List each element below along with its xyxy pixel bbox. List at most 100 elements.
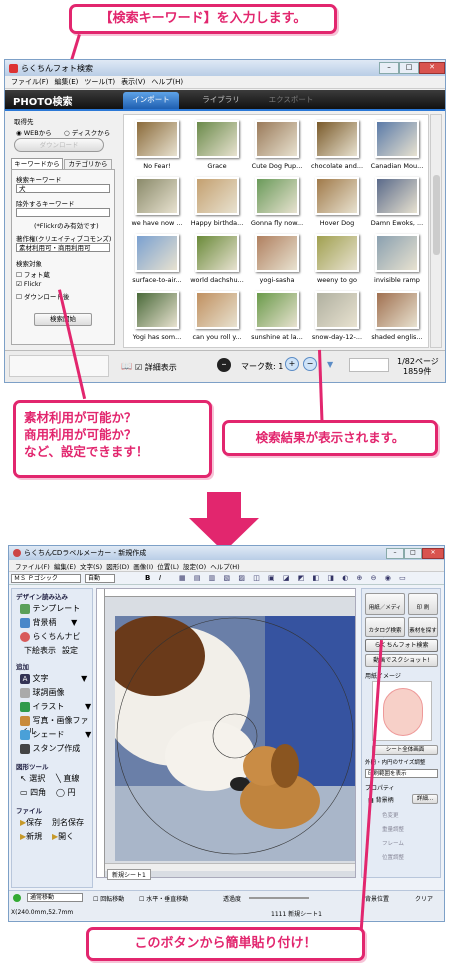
source-web-radio[interactable]: ◉ WEBから — [16, 127, 52, 137]
font-size-select[interactable]: 自動 — [85, 574, 115, 583]
keyword-input[interactable]: 犬 — [16, 184, 110, 193]
thumbnail-item[interactable]: Gonna fly now... — [249, 175, 305, 231]
thumbnail-item[interactable]: weeny to go — [309, 232, 365, 288]
target-flickr[interactable]: ☑ Flickr — [16, 280, 41, 288]
menu2-edit[interactable]: 編集(E) — [54, 561, 76, 571]
maximize-button-2[interactable]: □ — [404, 547, 422, 559]
shade-item[interactable]: シェード ▼ — [20, 729, 91, 740]
menu2-shape[interactable]: 図形(D) — [106, 561, 129, 571]
photo-search-button[interactable]: らくちんフォト検索 — [365, 639, 438, 652]
menu-view[interactable]: 表示(V) — [121, 77, 145, 87]
italic-icon[interactable]: I — [159, 574, 161, 582]
thumbnail-item[interactable]: snow-day-12-... — [309, 289, 365, 345]
result-scrollbar[interactable] — [430, 114, 442, 348]
catalog-search-button[interactable]: カタログ検索 — [365, 617, 405, 637]
minus-icon[interactable]: – — [217, 358, 231, 372]
thumbnail-item[interactable]: shaded englis... — [369, 289, 425, 345]
category-tab[interactable]: カテゴリから — [64, 159, 112, 169]
prop-row-0[interactable]: 色変更 — [382, 811, 399, 819]
template-item[interactable]: テンプレート — [20, 603, 80, 614]
zoom-in-icon[interactable]: + — [285, 357, 299, 371]
menu2-image[interactable]: 画像(I) — [133, 561, 153, 571]
detail-button[interactable]: 詳細... — [412, 794, 438, 804]
menu2-settings[interactable]: 設定(O) — [183, 561, 206, 571]
save-as-button[interactable]: 別名保存 — [52, 817, 84, 828]
prop-row-1[interactable]: 重量調整 — [382, 825, 404, 833]
thumbnail-item[interactable]: surface-to-air... — [129, 232, 185, 288]
menu2-position[interactable]: 位置(L) — [157, 561, 179, 571]
source-disk-radio[interactable]: ○ ディスクから — [64, 127, 110, 137]
sheet-tab[interactable]: 新規シート1 — [107, 869, 151, 880]
thumbnail-item[interactable]: Damn Ewoks, ... — [369, 175, 425, 231]
thumbnail-item[interactable]: Happy birthda... — [189, 175, 245, 231]
thumbnail-item[interactable]: invisible ramp — [369, 232, 425, 288]
move-mode-select[interactable]: 通常移動 — [27, 893, 83, 902]
scroll-thumb[interactable] — [433, 175, 440, 255]
underlay-toggle[interactable]: 下絵表示 — [24, 645, 56, 656]
prop-row-3[interactable]: 位置調整 — [382, 853, 404, 861]
menu2-text[interactable]: 文字(S) — [80, 561, 102, 571]
transparency-slider[interactable] — [249, 897, 309, 899]
bold-icon[interactable]: B — [145, 574, 150, 582]
close-button-2[interactable]: ✕ — [422, 547, 444, 559]
menu-help[interactable]: ヘルプ(H) — [151, 77, 183, 87]
download-button[interactable]: ダウンロード — [14, 138, 104, 152]
video-screenshot-button[interactable]: 動画でスクショット! — [365, 654, 438, 667]
thumbnail-item[interactable]: Cute Dog Pup... — [249, 118, 305, 174]
menu-edit[interactable]: 編集(E) — [55, 77, 79, 87]
menu2-file[interactable]: ファイル(F) — [15, 561, 50, 571]
thumbnail-item[interactable]: sunshine at la... — [249, 289, 305, 345]
minimize-button-2[interactable]: – — [386, 547, 404, 559]
close-button[interactable]: ✕ — [419, 62, 445, 74]
menu-file[interactable]: ファイル(F) — [11, 77, 49, 87]
thumbnail-item[interactable]: No Fear! — [129, 118, 185, 174]
thumbnail-item[interactable]: Grace — [189, 118, 245, 174]
thumbnail-item[interactable]: world dachshu... — [189, 232, 245, 288]
navi-item[interactable]: らくちんナビ — [20, 631, 81, 642]
rect-tool[interactable]: ▭ 四角 — [20, 787, 46, 798]
thumbnail-item[interactable]: can you roll y... — [189, 289, 245, 345]
line-tool[interactable]: ╲ 直線 — [56, 773, 79, 784]
circle-tool[interactable]: ◯ 円 — [56, 787, 76, 798]
tab-export[interactable]: エクスポート — [263, 93, 319, 108]
new-button[interactable]: ▶新規 — [20, 831, 42, 842]
clear-button[interactable]: クリア — [415, 894, 433, 903]
keyword-tab[interactable]: キーワードから — [11, 158, 63, 169]
print-button[interactable]: 印 刷 — [408, 593, 438, 615]
thumbnail-item[interactable]: Canadian Mou... — [369, 118, 425, 174]
down-arrow-icon[interactable]: ▼ — [327, 360, 333, 369]
zoom-out-icon[interactable]: − — [303, 357, 317, 371]
font-name-select[interactable]: ＭＳ Ｐゴシック — [11, 574, 81, 583]
prop-row-2[interactable]: フレーム — [382, 839, 404, 847]
sheet-full-button[interactable]: シート全体画面 — [372, 745, 438, 755]
menu2-help[interactable]: ヘルプ(H) — [210, 561, 239, 571]
print-range-select[interactable]: 印刷範囲を表示 — [365, 769, 438, 778]
hv-move-check[interactable]: ☐ 水平・垂直移動 — [139, 894, 188, 903]
bgpattern-item[interactable]: 背景柄 ▼ — [20, 617, 77, 628]
maximize-button[interactable]: □ — [399, 62, 419, 74]
exclude-input[interactable] — [16, 208, 110, 217]
find-material-button[interactable]: 素材を探す — [408, 617, 438, 637]
license-select[interactable]: 素材利用可・商用利用可 — [16, 243, 110, 252]
detail-checkbox[interactable]: ☑ 詳細表示 — [135, 362, 177, 373]
lyric-image-item[interactable]: 球詞画像 — [20, 687, 65, 698]
underlay-settings[interactable]: 設定 — [62, 645, 78, 656]
illust-item[interactable]: イラスト ▼ — [20, 701, 91, 712]
save-button[interactable]: ▶保存 — [20, 817, 42, 828]
open-button[interactable]: ▶開く — [52, 831, 74, 842]
thumbnail-item[interactable]: Yogi has som... — [129, 289, 185, 345]
thumbnail-item[interactable]: yogi-sasha — [249, 232, 305, 288]
tab-library[interactable]: ライブラリ — [193, 93, 249, 108]
page-slider[interactable] — [349, 358, 389, 372]
stamp-item[interactable]: スタンプ作成 — [20, 743, 80, 754]
bg-position-button[interactable]: 背景位置 — [365, 894, 389, 903]
thumbnail-item[interactable]: chocolate and... — [309, 118, 365, 174]
select-tool[interactable]: ↖ 選択 — [20, 773, 45, 784]
cd-label-photo[interactable] — [115, 616, 355, 861]
tab-import[interactable]: インポート — [123, 92, 179, 109]
thumbnail-item[interactable]: Hover Dog — [309, 175, 365, 231]
text-item[interactable]: A 文字 ▼ — [20, 673, 87, 684]
menu-tools[interactable]: ツール(T) — [84, 77, 115, 87]
rotate-move-check[interactable]: ☐ 回転移動 — [93, 894, 124, 903]
target-fotozo[interactable]: ☐ フォト蔵 — [16, 269, 50, 279]
